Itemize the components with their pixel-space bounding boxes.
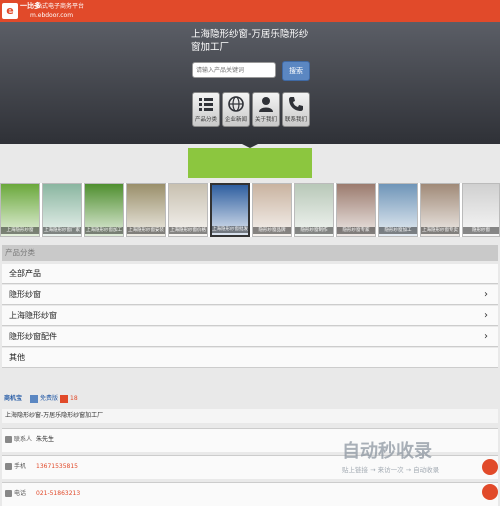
thumb-caption: 上海隐形纱窗价格 bbox=[169, 227, 207, 234]
mobile-icon bbox=[5, 463, 12, 470]
person-icon bbox=[5, 436, 12, 443]
chevron-right-icon: › bbox=[484, 331, 488, 342]
contact-label: 手机 bbox=[14, 463, 27, 470]
contact-label: 联系人 bbox=[14, 436, 33, 443]
contact-value[interactable]: 021-51863213 bbox=[36, 483, 80, 505]
chevron-right-icon: › bbox=[484, 310, 488, 321]
product-gallery: 上海隐形纱窗 上海隐形纱窗厂家 上海隐形纱窗加工 上海隐形纱窗安装 上海隐形纱窗… bbox=[0, 183, 500, 237]
thumb-caption: 隐形纱窗品牌 bbox=[253, 227, 291, 234]
category-label: 上海隐形纱窗 bbox=[9, 311, 57, 320]
category-label: 其他 bbox=[9, 353, 25, 362]
product-thumb[interactable]: 隐形纱窗品牌 bbox=[252, 183, 292, 237]
nav-products-button[interactable]: 产品分类 bbox=[192, 92, 220, 127]
product-thumb-active[interactable]: 上海隐形纱窗批发 bbox=[210, 183, 250, 237]
contact-value[interactable]: 13671535815 bbox=[36, 456, 78, 478]
category-label: 隐形纱窗 bbox=[9, 290, 41, 299]
contact-value: 朱先生 bbox=[36, 436, 55, 443]
search-input[interactable] bbox=[192, 62, 276, 78]
thumb-caption: 上海隐形纱窗专卖 bbox=[421, 227, 459, 234]
thumb-caption: 隐形纱窗 bbox=[463, 227, 499, 234]
free-tab[interactable]: 免费版 bbox=[40, 394, 58, 404]
category-item-invisible-screen[interactable]: 隐形纱窗 › bbox=[2, 285, 498, 305]
product-thumb[interactable]: 上海隐形纱窗 bbox=[0, 183, 40, 237]
nav-label: 联系我们 bbox=[284, 117, 307, 123]
vip-icon bbox=[60, 395, 68, 403]
thumb-caption: 上海隐形纱窗加工 bbox=[85, 227, 123, 234]
thumb-caption: 上海隐形纱窗 bbox=[1, 227, 39, 234]
thumb-caption: 隐形纱窗加工 bbox=[379, 227, 417, 234]
watermark: 自动秒收录 贴上链接 → 来访一次 → 自动收录 bbox=[332, 437, 500, 477]
thumb-caption: 隐形纱窗制作 bbox=[295, 227, 333, 234]
nav-about-button[interactable]: 关于我们 bbox=[252, 92, 280, 127]
thumb-caption: 上海隐形纱窗批发 bbox=[212, 226, 248, 233]
category-item-shanghai-screen[interactable]: 上海隐形纱窗 › bbox=[2, 306, 498, 326]
product-thumb[interactable]: 上海隐形纱窗专卖 bbox=[420, 183, 460, 237]
product-thumb[interactable]: 上海隐形纱窗厂家 bbox=[42, 183, 82, 237]
category-header: 产品分类 bbox=[2, 245, 498, 261]
nav-contact-button[interactable]: 联系我们 bbox=[282, 92, 310, 127]
thumb-caption: 上海隐形纱窗安装 bbox=[127, 227, 165, 234]
category-item-all[interactable]: 全部产品 bbox=[2, 264, 498, 284]
user-icon bbox=[259, 97, 273, 112]
nav-label: 企业新闻 bbox=[224, 117, 247, 123]
search-button[interactable]: 搜索 bbox=[282, 61, 310, 81]
globe-icon bbox=[228, 96, 244, 112]
top-bar: e 一比多 一站式电子商务平台 m.ebdoor.com bbox=[0, 0, 500, 22]
site-url: m.ebdoor.com bbox=[30, 12, 74, 19]
call-phone-icon[interactable] bbox=[482, 484, 498, 500]
phone-icon bbox=[289, 97, 303, 111]
thumb-caption: 隐形纱窗专家 bbox=[337, 227, 375, 234]
category-label: 隐形纱窗配件 bbox=[9, 332, 57, 341]
membership-bar: 商机宝 免费版 18 bbox=[2, 392, 498, 406]
page-title: 上海隐形纱窗-万居乐隐形纱窗加工厂 bbox=[191, 29, 309, 53]
brand-tab[interactable]: 商机宝 bbox=[4, 394, 22, 404]
product-thumb[interactable]: 隐形纱窗专家 bbox=[336, 183, 376, 237]
promo-banner[interactable] bbox=[188, 148, 312, 178]
category-item-accessories[interactable]: 隐形纱窗配件 › bbox=[2, 327, 498, 347]
category-label: 全部产品 bbox=[9, 269, 41, 278]
store-header: 上海隐形纱窗-万居乐隐形纱窗加工厂 搜索 产品分类 企业新闻 关于我们 联系我们 bbox=[0, 22, 500, 144]
nav-news-button[interactable]: 企业新闻 bbox=[222, 92, 250, 127]
list-icon bbox=[199, 98, 213, 111]
product-thumb[interactable]: 隐形纱窗制作 bbox=[294, 183, 334, 237]
category-item-other[interactable]: 其他 bbox=[2, 348, 498, 368]
product-thumb[interactable]: 隐形纱窗加工 bbox=[378, 183, 418, 237]
nav-label: 关于我们 bbox=[254, 117, 277, 123]
product-thumb[interactable]: 上海隐形纱窗加工 bbox=[84, 183, 124, 237]
contact-row-phone[interactable]: 电话 021-51863213 bbox=[2, 482, 498, 506]
company-name: 上海隐形纱窗-万居乐隐形纱窗加工厂 bbox=[2, 409, 498, 423]
slogan: 一站式电子商务平台 bbox=[30, 3, 85, 10]
thumb-caption: 上海隐形纱窗厂家 bbox=[43, 227, 81, 234]
watermark-title: 自动秒收录 bbox=[342, 441, 432, 462]
watermark-subtitle: 贴上链接 → 来访一次 → 自动收录 bbox=[342, 466, 440, 474]
free-icon bbox=[30, 395, 38, 403]
ebdoor-logo-icon[interactable]: e bbox=[2, 3, 18, 19]
product-thumb[interactable]: 隐形纱窗 bbox=[462, 183, 500, 237]
phone-icon bbox=[5, 490, 12, 497]
contact-label: 电话 bbox=[14, 490, 27, 497]
product-thumb[interactable]: 上海隐形纱窗价格 bbox=[168, 183, 208, 237]
nav-label: 产品分类 bbox=[194, 117, 217, 123]
chevron-right-icon: › bbox=[484, 289, 488, 300]
product-thumb[interactable]: 上海隐形纱窗安装 bbox=[126, 183, 166, 237]
vip-badge: 18 bbox=[70, 395, 78, 402]
